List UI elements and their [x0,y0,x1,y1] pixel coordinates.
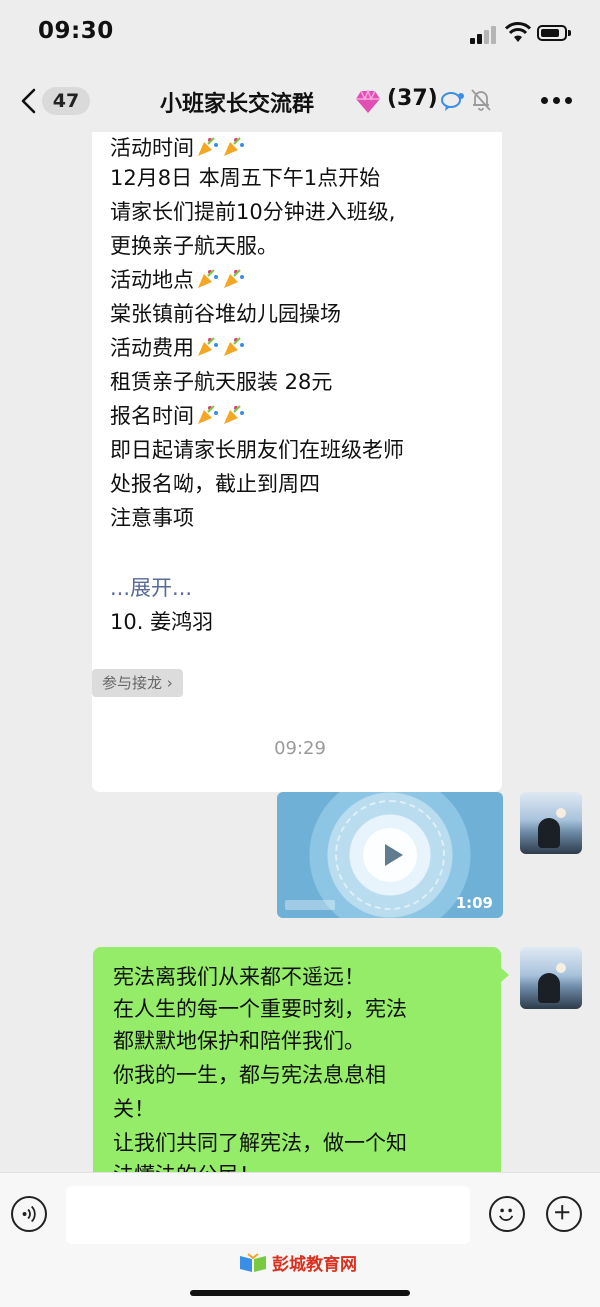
party-popper-icon [198,269,218,288]
card-line: 请家长们提前10分钟进入班级, [110,200,396,224]
group-chat-icon [441,92,464,111]
card-line: 棠张镇前谷堆幼儿园操场 [110,302,341,326]
video-message[interactable]: 1:09 [277,792,503,918]
back-icon[interactable] [18,88,40,114]
message-timestamp: 09:29 [274,738,326,759]
party-popper-icon [224,337,244,356]
watermark-text: 彭城教育网 [272,1255,357,1275]
party-popper-icon [224,405,244,424]
plus-icon[interactable] [546,1196,582,1232]
more-options-icon[interactable] [541,97,573,105]
expand-link[interactable]: ...展开... [110,572,192,602]
card-line: 活动地点 [110,264,246,294]
message-line: 你我的一生，都与宪法息息相 [113,1063,386,1087]
unread-count-badge[interactable]: 47 [42,87,90,115]
card-line: 报名时间 [110,400,246,430]
card-line: 活动费用 [110,332,246,362]
book-logo-icon [240,1253,266,1272]
message-input[interactable] [66,1186,470,1244]
join-solitaire-button[interactable]: 参与接龙 › [92,669,183,697]
party-popper-icon [198,405,218,424]
status-time: 09:30 [38,18,114,44]
message-line: 在人生的每一个重要时刻，宪法 [113,997,407,1021]
card-line: 即日起请家长朋友们在班级老师 [110,438,404,462]
card-line: 处报名呦，截止到周四 [110,472,320,496]
video-duration: 1:09 [455,894,493,912]
video-source-tag [285,900,335,910]
emoji-icon[interactable] [489,1196,525,1232]
party-popper-icon [198,137,218,156]
card-line: 活动时间 [110,132,246,162]
card-line: 12月8日 本周五下午1点开始 [110,166,381,190]
heart-gem-icon [356,88,380,113]
message-line: 关！ [113,1097,155,1121]
chat-message-list: 活动时间 12月8日 本周五下午1点开始 请家长们提前10分钟进入班级, 更换亲… [0,132,600,1172]
avatar[interactable] [520,792,582,854]
party-popper-icon [224,137,244,156]
card-line: 10. 姜鸿羽 [110,610,214,634]
member-count: (37) [387,86,438,111]
party-popper-icon [224,269,244,288]
avatar[interactable] [520,947,582,1009]
message-line: 让我们共同了解宪法，做一个知 [113,1131,407,1155]
play-icon[interactable] [363,828,417,882]
card-line: 租赁亲子航天服装 28元 [110,370,333,394]
wifi-icon [505,22,531,42]
chat-title: 小班家长交流群 [160,92,315,117]
voice-input-icon[interactable] [11,1196,47,1232]
mute-bell-icon [471,89,491,111]
signal-icon [470,24,500,44]
text-message-bubble[interactable]: 宪法离我们从来都不遥远！ 在人生的每一个重要时刻，宪法 都默默地保护和陪伴我们。… [93,947,509,1172]
message-line: 宪法离我们从来都不遥远！ [113,965,365,989]
message-line: 法懂法的公民！ [113,1159,260,1172]
message-line: 都默默地保护和陪伴我们。 [113,1029,365,1053]
battery-icon [537,25,571,41]
home-indicator[interactable] [190,1290,410,1296]
party-popper-icon [198,337,218,356]
card-line: 更换亲子航天服。 [110,234,278,258]
card-line: 注意事项 [110,506,194,530]
